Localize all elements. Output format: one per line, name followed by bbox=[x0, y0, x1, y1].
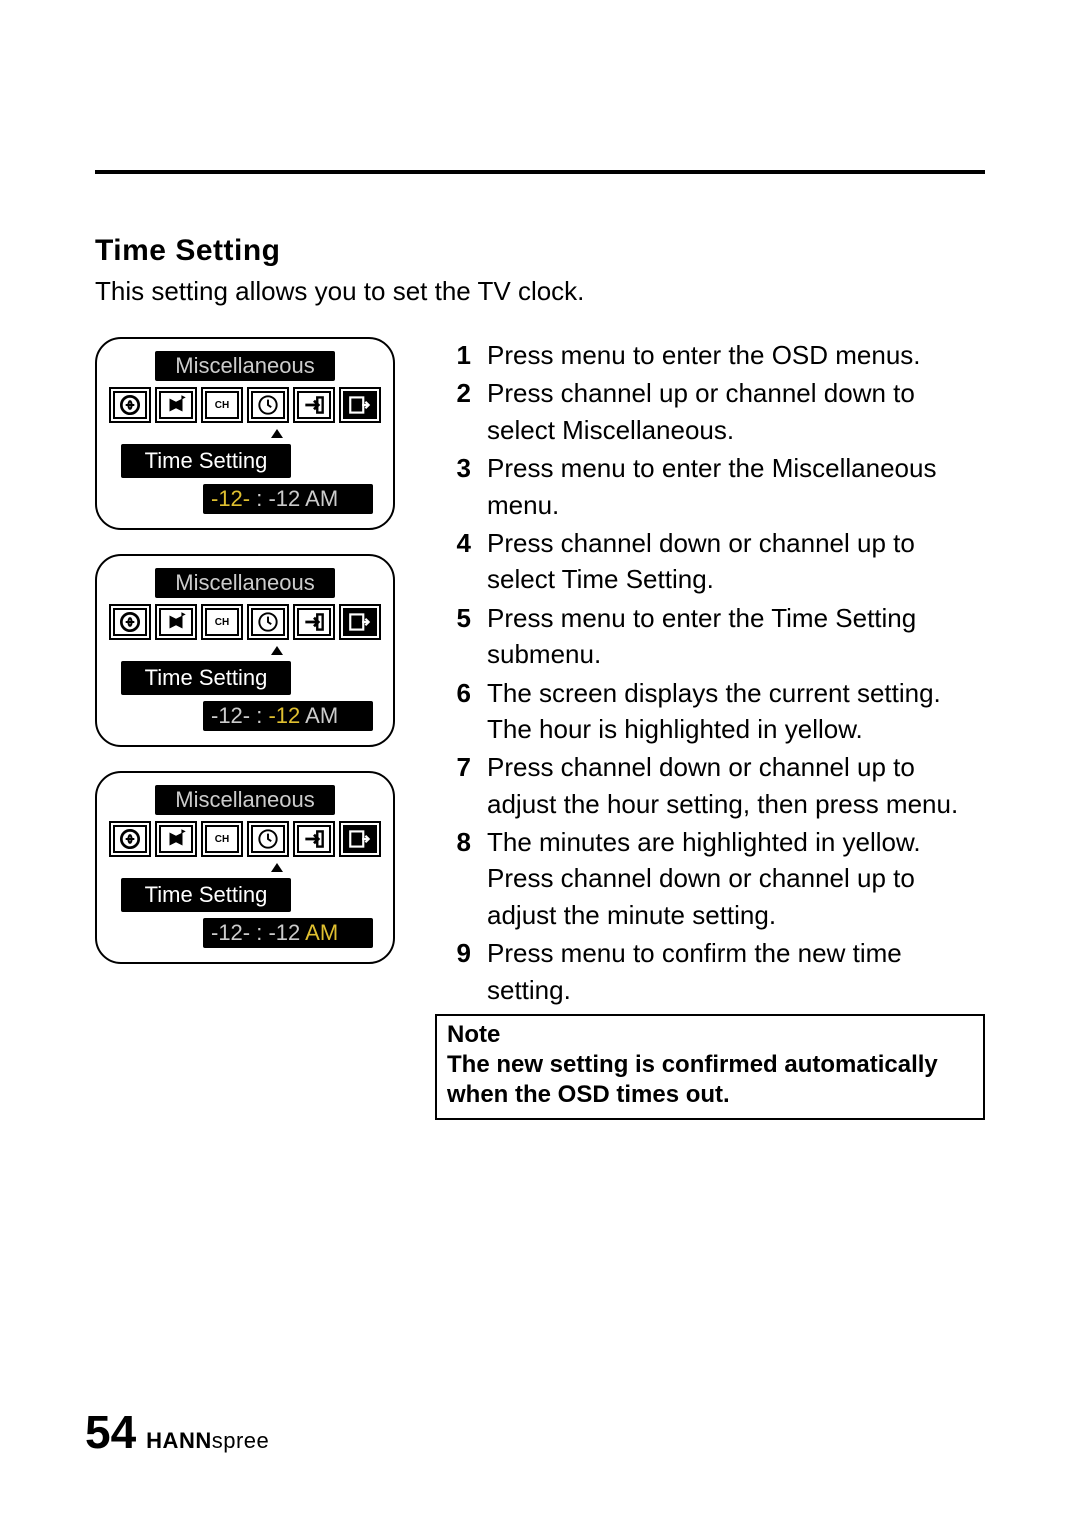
osd-header: Miscellaneous bbox=[155, 785, 335, 815]
hour-value: -12- bbox=[211, 920, 250, 945]
time-separator: : bbox=[250, 920, 268, 945]
osd-tab-row: CH bbox=[109, 604, 381, 640]
selected-tab-indicator bbox=[256, 646, 298, 655]
minute-value-highlighted: -12 bbox=[268, 703, 300, 728]
step-text: Press menu to confirm the new time setti… bbox=[487, 935, 985, 1008]
osd-tab-row: CH bbox=[109, 821, 381, 857]
osd-time-value: -12- : -12 AM bbox=[203, 701, 373, 731]
step-number: 7 bbox=[435, 749, 471, 822]
step-text: Press channel down or channel up to sele… bbox=[487, 525, 985, 598]
step-text: The minutes are highlighted in yellow. P… bbox=[487, 824, 985, 933]
osd-header: Miscellaneous bbox=[155, 351, 335, 381]
audio-settings-icon bbox=[155, 387, 197, 423]
step-item: 8The minutes are highlighted in yellow. … bbox=[435, 824, 985, 933]
input-icon bbox=[293, 387, 335, 423]
input-icon bbox=[293, 604, 335, 640]
step-item: 3Press menu to enter the Miscellaneous m… bbox=[435, 450, 985, 523]
input-icon bbox=[293, 821, 335, 857]
osd-item-label: Time Setting bbox=[121, 444, 291, 478]
hour-value: -12- bbox=[211, 703, 250, 728]
step-number: 9 bbox=[435, 935, 471, 1008]
exit-icon bbox=[339, 821, 381, 857]
osd-panel-minute: Miscellaneous CH bbox=[95, 554, 395, 747]
audio-settings-icon bbox=[155, 604, 197, 640]
note-box: Note The new setting is confirmed automa… bbox=[435, 1014, 985, 1120]
osd-panel-hour: Miscellaneous CH bbox=[95, 337, 395, 530]
content-columns: Miscellaneous CH bbox=[95, 337, 985, 1120]
picture-settings-icon bbox=[109, 604, 151, 640]
exit-icon bbox=[339, 604, 381, 640]
step-item: 6The screen displays the current setting… bbox=[435, 675, 985, 748]
page-number: 54 bbox=[85, 1405, 136, 1459]
steps-list: 1Press menu to enter the OSD menus. 2Pre… bbox=[435, 337, 985, 1008]
step-text: Press menu to enter the Miscellaneous me… bbox=[487, 450, 985, 523]
step-item: 9Press menu to confirm the new time sett… bbox=[435, 935, 985, 1008]
step-text: Press menu to enter the Time Setting sub… bbox=[487, 600, 985, 673]
minute-value: -12 bbox=[268, 920, 300, 945]
step-item: 1 Press menu to enter the OSD menus. bbox=[435, 337, 985, 373]
step-number: 3 bbox=[435, 450, 471, 523]
selected-tab-indicator bbox=[256, 863, 298, 872]
ampm-highlighted: AM bbox=[300, 920, 338, 945]
hour-value-highlighted: -12- bbox=[211, 486, 250, 511]
step-number: 6 bbox=[435, 675, 471, 748]
brand-logo: HANNspree bbox=[146, 1428, 269, 1454]
step-number: 1 bbox=[435, 337, 471, 373]
note-body: The new setting is confirmed automatical… bbox=[447, 1050, 973, 1110]
instructions-column: 1Press menu to enter the OSD menus. 2Pre… bbox=[435, 337, 985, 1120]
brand-rest: spree bbox=[212, 1428, 270, 1453]
channel-icon: CH bbox=[201, 821, 243, 857]
horizontal-rule bbox=[95, 170, 985, 174]
step-item: 4Press channel down or channel up to sel… bbox=[435, 525, 985, 598]
selected-tab-indicator bbox=[256, 429, 298, 438]
osd-item-label: Time Setting bbox=[121, 878, 291, 912]
audio-settings-icon bbox=[155, 821, 197, 857]
time-separator: : bbox=[250, 486, 268, 511]
step-number: 5 bbox=[435, 600, 471, 673]
channel-icon: CH bbox=[201, 604, 243, 640]
note-label: Note bbox=[447, 1020, 973, 1050]
minute-value: -12 bbox=[268, 486, 300, 511]
step-number: 2 bbox=[435, 375, 471, 448]
osd-previews-column: Miscellaneous CH bbox=[95, 337, 395, 964]
step-number: 8 bbox=[435, 824, 471, 933]
step-number: 4 bbox=[435, 525, 471, 598]
step-text: Press channel down or channel up to adju… bbox=[487, 749, 985, 822]
ampm: AM bbox=[300, 703, 338, 728]
osd-header: Miscellaneous bbox=[155, 568, 335, 598]
section-title: Time Setting bbox=[95, 234, 985, 268]
clock-icon bbox=[247, 821, 289, 857]
picture-settings-icon bbox=[109, 387, 151, 423]
step-item: 5Press menu to enter the Time Setting su… bbox=[435, 600, 985, 673]
clock-icon bbox=[247, 387, 289, 423]
picture-settings-icon bbox=[109, 821, 151, 857]
ampm: AM bbox=[300, 486, 338, 511]
channel-icon: CH bbox=[201, 387, 243, 423]
step-text: The screen displays the current setting.… bbox=[487, 675, 985, 748]
osd-item-label: Time Setting bbox=[121, 661, 291, 695]
page-footer: 54 HANNspree bbox=[85, 1405, 269, 1459]
exit-icon bbox=[339, 387, 381, 423]
step-item: 7Press channel down or channel up to adj… bbox=[435, 749, 985, 822]
step-text: Press channel up or channel down to sele… bbox=[487, 375, 985, 448]
clock-icon bbox=[247, 604, 289, 640]
brand-bold: HANN bbox=[146, 1428, 212, 1453]
osd-tab-row: CH bbox=[109, 387, 381, 423]
osd-time-value: -12- : -12 AM bbox=[203, 918, 373, 948]
osd-time-value: -12- : -12 AM bbox=[203, 484, 373, 514]
step-text: Press menu to enter the OSD menus. bbox=[487, 337, 985, 373]
intro-text: This setting allows you to set the TV cl… bbox=[95, 276, 985, 307]
time-separator: : bbox=[250, 703, 268, 728]
page: Time Setting This setting allows you to … bbox=[0, 0, 1080, 1160]
osd-panel-ampm: Miscellaneous CH bbox=[95, 771, 395, 964]
step-item: 2Press channel up or channel down to sel… bbox=[435, 375, 985, 448]
